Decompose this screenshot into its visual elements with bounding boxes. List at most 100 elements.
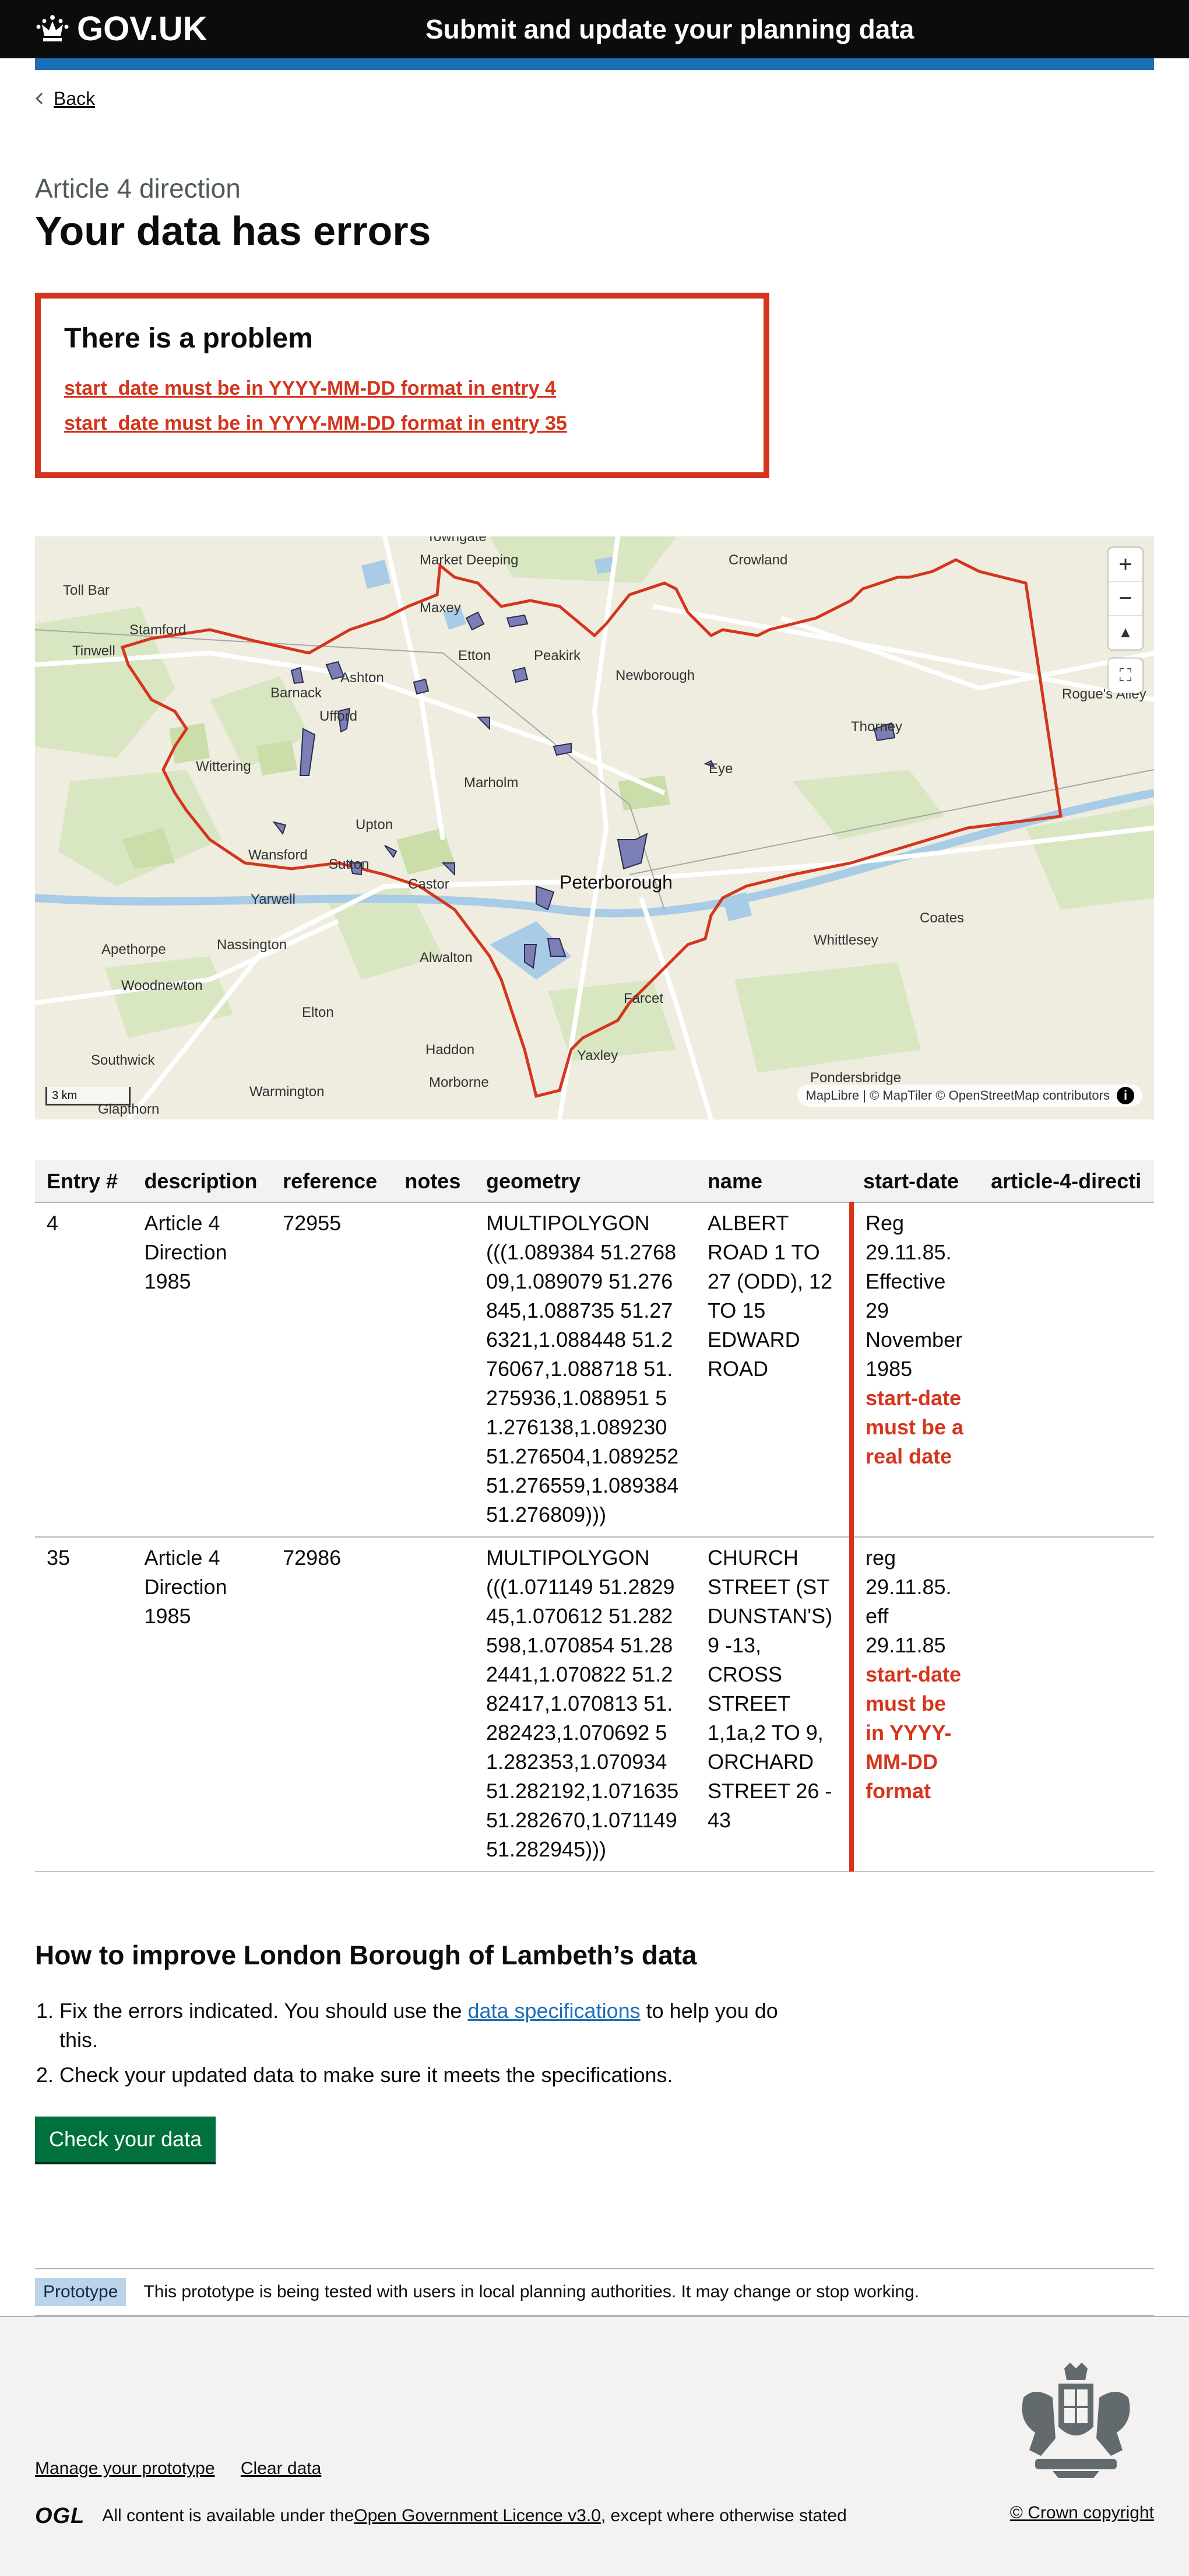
govuk-logo-link[interactable]: GOV.UK [35,7,207,51]
cell-notes [393,1202,474,1538]
service-name[interactable]: Submit and update your planning data [425,10,914,48]
svg-text:Apethorpe: Apethorpe [101,942,166,957]
svg-text:Whittlesey: Whittlesey [814,932,878,948]
phase-banner: Prototype This prototype is being tested… [35,2268,1154,2316]
cell-article-4-direction [979,1537,1154,1872]
column-header: description [132,1160,272,1203]
cell-geometry: MULTIPOLYGON (((1.071149 51.282945,1.070… [474,1537,696,1872]
error-link[interactable]: start_date must be in YYYY-MM-DD format … [64,371,740,406]
svg-text:Thorney: Thorney [851,719,902,735]
data-table-container[interactable]: Entry # description reference notes geom… [35,1160,1154,1872]
zoom-out-button[interactable]: − [1109,582,1142,616]
header-blue-bar [35,58,1154,70]
data-specifications-link[interactable]: data specifications [467,1999,640,2023]
svg-text:Yarwell: Yarwell [251,892,296,907]
svg-text:Peakirk: Peakirk [534,648,581,664]
column-header: article-4-directi [979,1160,1154,1203]
svg-text:Towngate: Towngate [427,536,487,545]
svg-text:Market Deeping: Market Deeping [420,552,518,568]
svg-text:Pondersbridge: Pondersbridge [810,1070,901,1086]
cell-notes [393,1537,474,1872]
svg-text:Eye: Eye [709,761,733,777]
improve-heading: How to improve London Borough of Lambeth… [35,1940,697,1970]
column-header: Entry # [35,1160,133,1203]
start-date-error-message: start-date must be in YYYY-MM-DD format [866,1662,962,1803]
start-date-error-message: start-date must be a real date [866,1386,964,1468]
svg-text:Newborough: Newborough [615,668,695,683]
back-link-label: Back [54,88,96,109]
error-summary-title: There is a problem [64,323,313,354]
cell-name: ALBERT ROAD 1 TO 27 (ODD), 12 TO 15 EDWA… [695,1202,852,1538]
cell-name: CHURCH STREET (ST DUNSTAN'S) 9 -13, CROS… [695,1537,852,1872]
error-link[interactable]: start_date must be in YYYY-MM-DD format … [64,406,740,441]
column-header: name [695,1160,852,1203]
info-icon[interactable]: i [1117,1087,1134,1104]
svg-text:Farcet: Farcet [624,991,663,1006]
chevron-left-icon [36,93,47,105]
svg-text:Stamford: Stamford [129,622,186,638]
map-canvas[interactable]: Towngate Market Deeping Crowland Toll Ba… [35,536,1154,1119]
column-header: notes [393,1160,474,1203]
svg-text:Haddon: Haddon [425,1042,474,1058]
cell-reference: 72955 [271,1202,393,1538]
royal-coat-of-arms-icon [1022,2363,1130,2478]
svg-text:Castor: Castor [408,876,449,892]
licence-text-after: , except where otherwise stated [600,2506,847,2526]
svg-text:Peterborough: Peterborough [560,872,673,893]
step1-text-before: Fix the errors indicated. You should use… [59,1999,468,2023]
improve-steps: Fix the errors indicated. You should use… [35,1996,793,2096]
check-your-data-button[interactable]: Check your data [35,2117,216,2162]
svg-text:Upton: Upton [356,817,393,833]
crown-copyright-link[interactable]: © Crown copyright [1010,2501,1154,2525]
ogl-logo: OGL [35,2504,85,2528]
map-attribution-text: MapLibre | © MapTiler © OpenStreetMap co… [805,1088,1110,1103]
cell-description: Article 4 Direction 1985 [132,1202,272,1538]
step-item: Check your updated data to make sure it … [59,2061,793,2090]
table-row: 35 Article 4 Direction 1985 72986 MULTIP… [35,1537,1154,1872]
zoom-in-button[interactable]: + [1109,548,1142,582]
column-header: start-date [852,1160,980,1203]
page-title: Your data has errors [35,208,431,254]
cell-entry: 35 [35,1537,133,1872]
table-header-row: Entry # description reference notes geom… [35,1160,1154,1203]
table-row: 4 Article 4 Direction 1985 72955 MULTIPO… [35,1202,1154,1538]
map-scale: 3 km [45,1087,131,1105]
svg-text:Morborne: Morborne [429,1075,489,1090]
svg-text:Sutton: Sutton [329,857,369,872]
cell-start-date-error: Reg 29.11.85. Effective 29 November 1985… [849,1202,980,1538]
cell-article-4-direction [979,1202,1154,1538]
manage-prototype-link[interactable]: Manage your prototype [35,2459,215,2478]
open-government-licence-link[interactable]: Open Government Licence v3.0 [354,2504,601,2528]
svg-text:Ashton: Ashton [340,670,384,686]
page-caption: Article 4 direction [35,173,241,203]
column-header: reference [271,1160,393,1203]
start-date-value: Reg 29.11.85. Effective 29 November 1985 [866,1211,963,1381]
svg-text:Yaxley: Yaxley [577,1048,618,1064]
start-date-value: reg 29.11.85. eff 29.11.85 [866,1546,952,1657]
svg-text:Crowland: Crowland [729,552,787,568]
map-zoom-controls: + − ▲ [1109,548,1142,650]
svg-text:Tinwell: Tinwell [72,643,115,659]
svg-text:Nassington: Nassington [217,937,287,953]
svg-text:Wittering: Wittering [196,759,251,774]
svg-text:Toll Bar: Toll Bar [63,582,110,598]
back-link[interactable]: Back [35,86,1154,111]
error-summary: There is a problem start_date must be in… [35,293,769,478]
svg-text:Etton: Etton [458,648,491,664]
data-table: Entry # description reference notes geom… [35,1160,1154,1872]
fullscreen-icon[interactable]: ⛶ [1109,659,1142,693]
svg-text:Coates: Coates [920,910,964,926]
logo-text: GOV.UK [77,10,207,48]
clear-data-link[interactable]: Clear data [241,2459,321,2478]
phase-tag: Prototype [35,2278,126,2306]
svg-text:Barnack: Barnack [270,685,322,701]
cell-reference: 72986 [271,1537,393,1872]
site-footer: Manage your prototype Clear data OGL All… [0,2316,1189,2576]
cell-start-date-error: reg 29.11.85. eff 29.11.85 start-date mu… [849,1537,980,1872]
footer-licence: OGL All content is available under the O… [35,2501,847,2531]
licence-text-before: All content is available under the [102,2506,354,2526]
svg-text:Woodnewton: Woodnewton [121,978,203,994]
compass-button[interactable]: ▲ [1109,616,1142,650]
map[interactable]: Towngate Market Deeping Crowland Toll Ba… [35,536,1154,1119]
svg-text:Alwalton: Alwalton [420,950,473,966]
